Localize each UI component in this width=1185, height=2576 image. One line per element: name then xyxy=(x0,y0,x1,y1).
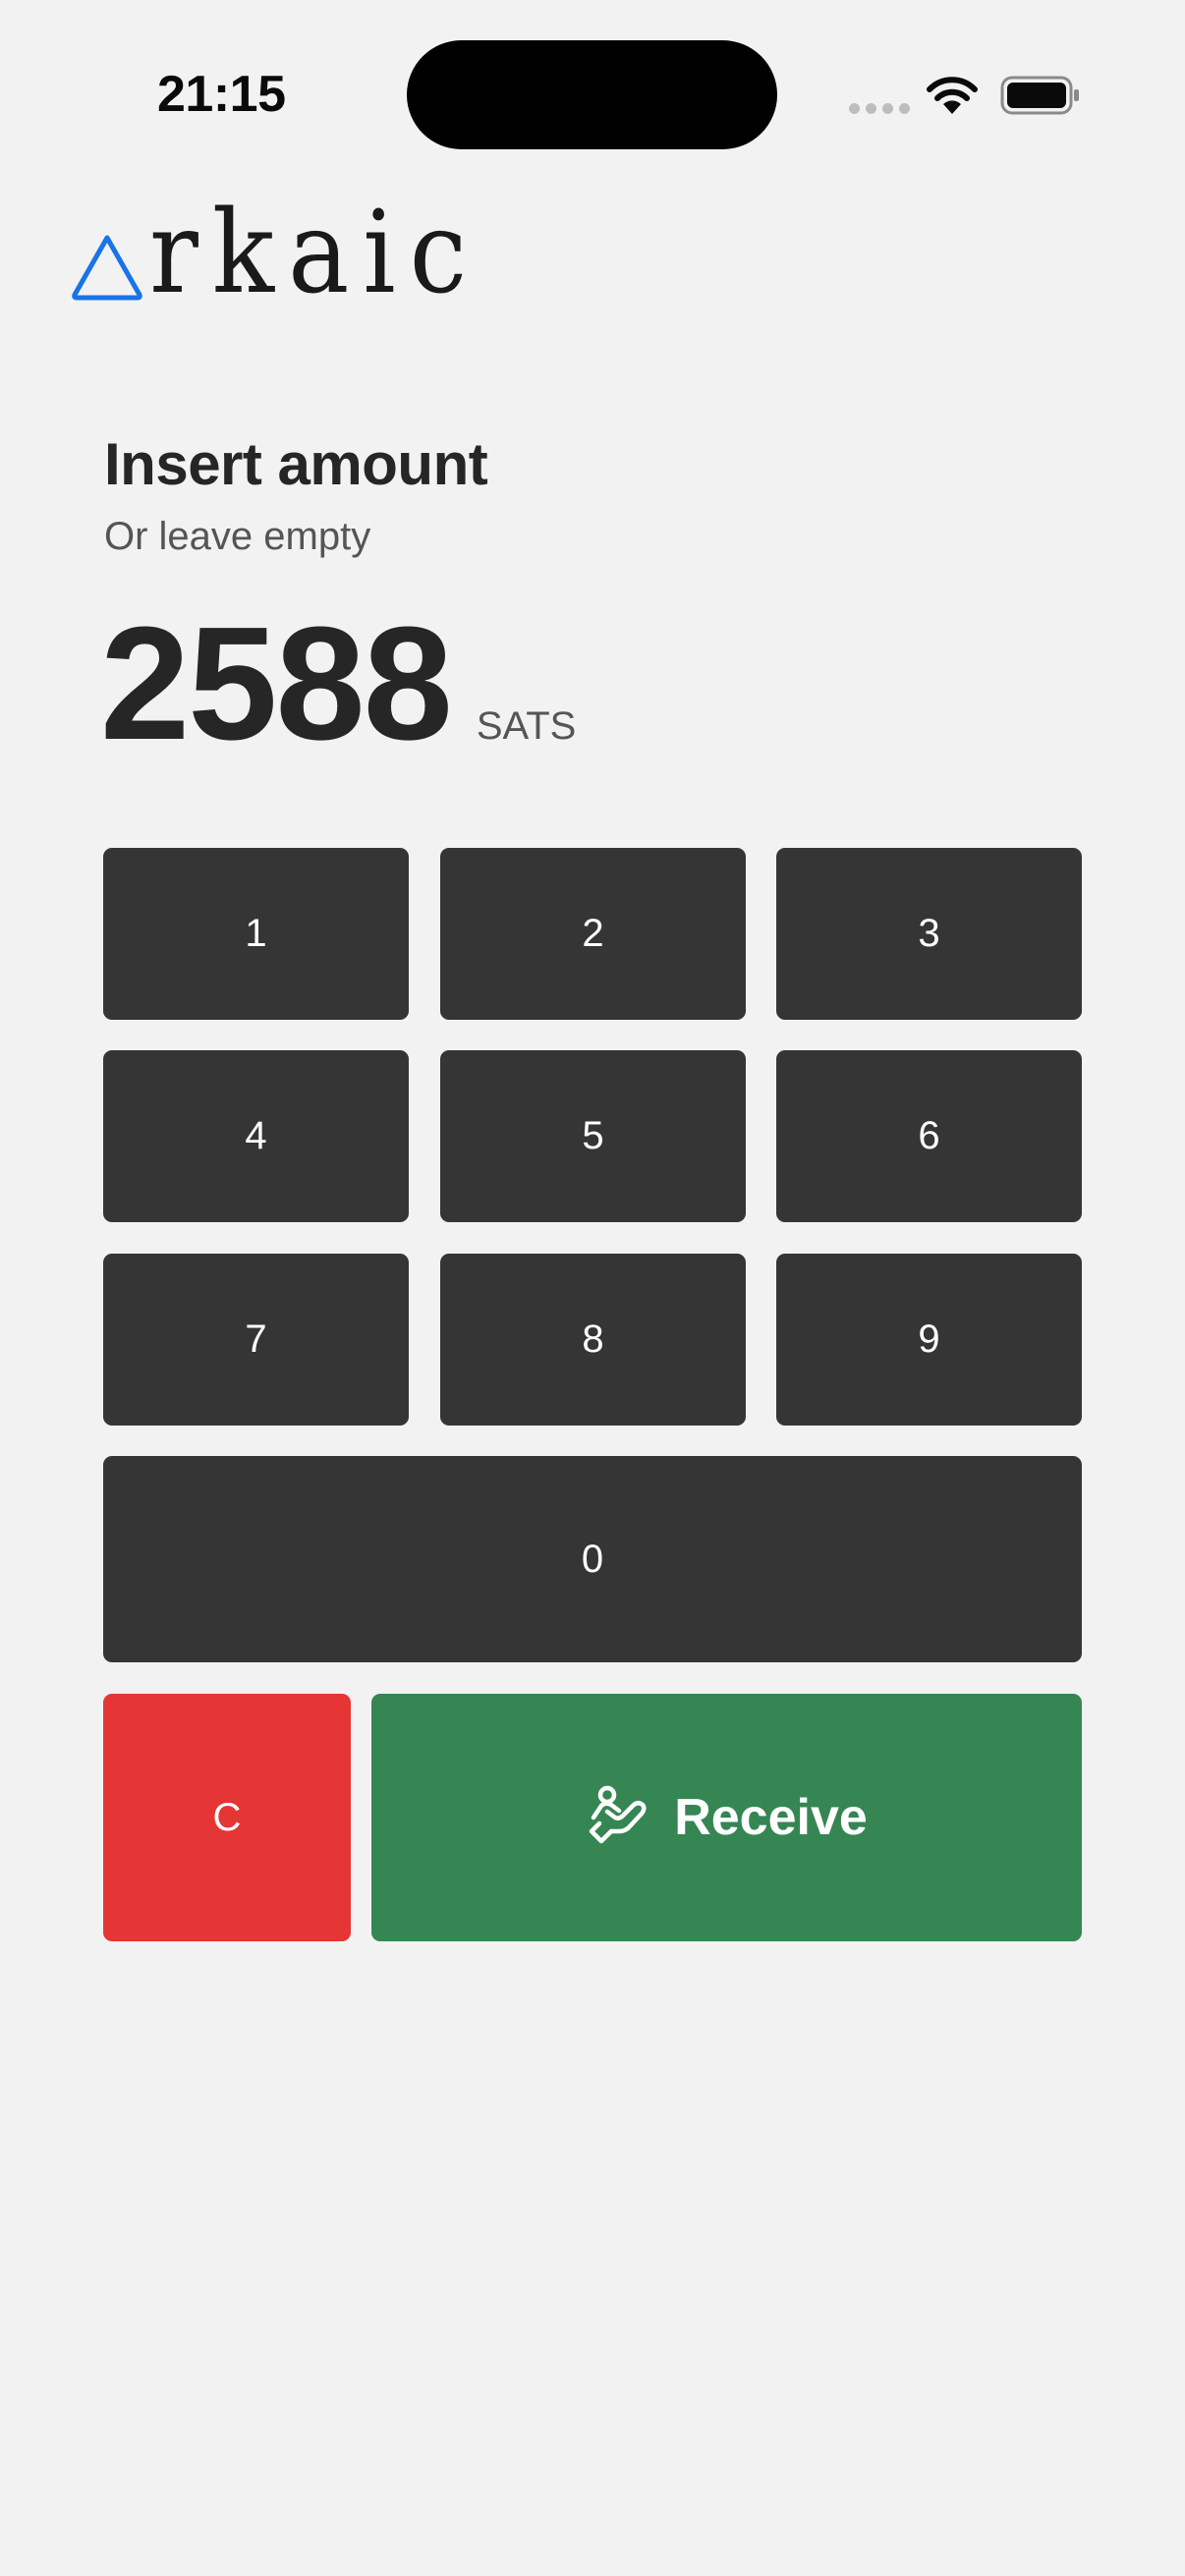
amount-display: 2588 SATS xyxy=(100,603,576,764)
key-7[interactable]: 7 xyxy=(103,1254,409,1426)
receive-label: Receive xyxy=(674,1789,868,1846)
key-3[interactable]: 3 xyxy=(776,848,1082,1020)
app-logo: rkaic xyxy=(69,193,480,310)
key-2[interactable]: 2 xyxy=(440,848,746,1020)
key-1[interactable]: 1 xyxy=(103,848,409,1020)
key-6[interactable]: 6 xyxy=(776,1050,1082,1222)
wifi-icon xyxy=(927,77,978,114)
page-subtitle: Or leave empty xyxy=(104,515,371,558)
battery-icon xyxy=(1000,76,1079,115)
logo-text: rkaic xyxy=(149,187,481,319)
key-5[interactable]: 5 xyxy=(440,1050,746,1222)
receive-button[interactable]: Receive xyxy=(371,1694,1082,1941)
key-4[interactable]: 4 xyxy=(103,1050,409,1222)
key-9[interactable]: 9 xyxy=(776,1254,1082,1426)
key-8[interactable]: 8 xyxy=(440,1254,746,1426)
amount-unit: SATS xyxy=(476,704,577,748)
page-title: Insert amount xyxy=(104,431,488,497)
hand-receive-icon xyxy=(589,1785,647,1844)
cellular-signal-icon xyxy=(849,103,910,114)
status-time: 21:15 xyxy=(157,66,286,123)
dynamic-island xyxy=(407,40,777,149)
clear-button[interactable]: C xyxy=(103,1694,351,1941)
logo-triangle-icon xyxy=(72,235,142,301)
amount-value: 2588 xyxy=(100,593,453,773)
key-0[interactable]: 0 xyxy=(103,1456,1082,1662)
